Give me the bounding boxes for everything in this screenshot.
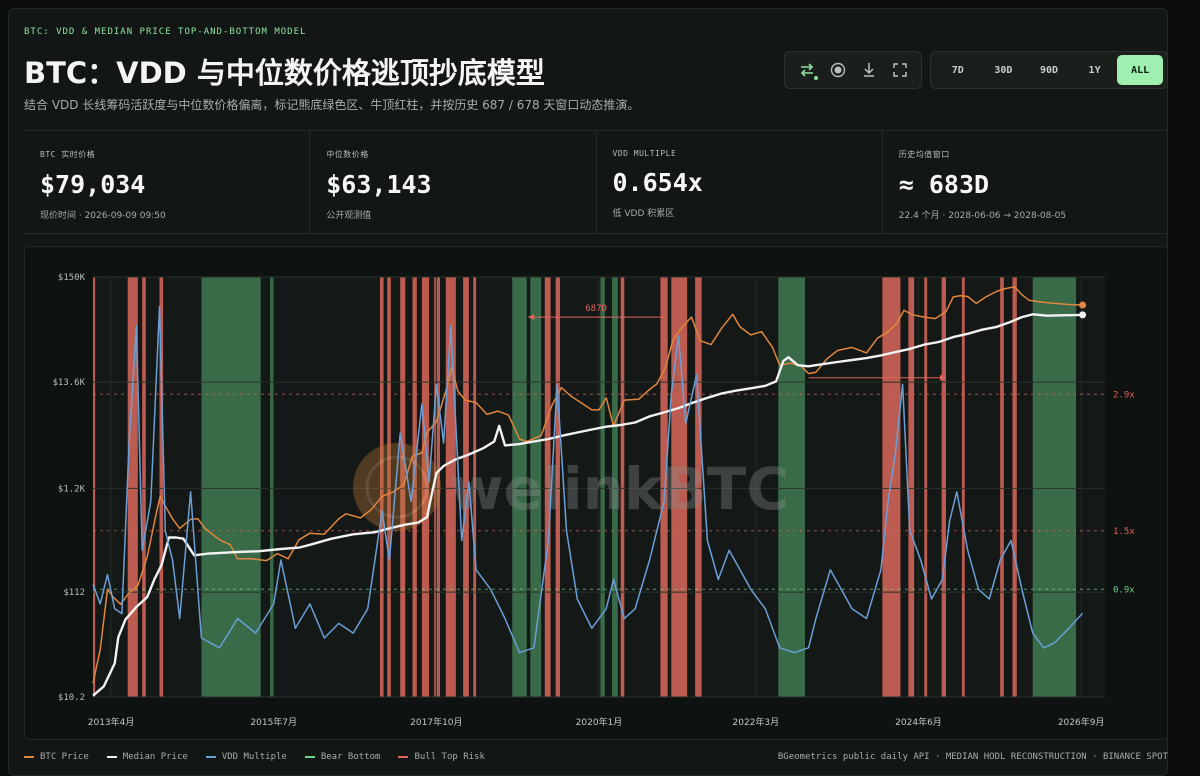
y-tick-label: $13.6K	[52, 378, 85, 388]
y-tick-label: $112	[63, 588, 85, 598]
watermark: welinkBTC	[353, 443, 789, 531]
bull-top-zone	[961, 277, 965, 697]
bull-top-zone	[93, 277, 96, 697]
bear-bottom-zone	[270, 277, 274, 697]
legend-label: Median Price	[122, 752, 188, 762]
page-subtitle: 结合 VDD 长线筹码活跃度与中位数价格偏离，标记熊底绿色区、牛顶红柱，并按历史…	[24, 98, 640, 112]
download-icon[interactable]	[856, 57, 882, 83]
stat-label: 中位数价格	[326, 150, 369, 159]
legend-swatch	[24, 756, 34, 758]
price-chart: $150K $13.6K $1.2K $112 $10.2 2013年4月 2015年7月 2…	[52, 273, 1135, 728]
legend-label: VDD Multiple	[221, 752, 287, 762]
x-tick-label: 2024年6月	[895, 716, 942, 728]
bear-bottom-zone	[1032, 277, 1077, 697]
bull-top-zone	[1000, 277, 1004, 697]
vdd-reference-label: 1.5x	[1113, 527, 1135, 537]
legend-swatch	[205, 756, 216, 758]
range-all-button[interactable]: ALL	[1117, 55, 1163, 85]
stat-note: 低 VDD 积累区	[612, 209, 675, 219]
y-tick-label: $1.2K	[58, 484, 86, 494]
stat-label: VDD MULTIPLE	[612, 149, 677, 158]
chart-kicker: BTC: VDD & MEDIAN PRICE TOP-AND-BOTTOM M…	[24, 27, 307, 37]
active-dot	[813, 76, 818, 80]
bear-bottom-zone	[201, 277, 261, 697]
legend-item: VDD Multiple	[205, 752, 287, 762]
stat-price: BTC 实时价格 $79,034 现价时间 · 2026-09-09 09:50	[24, 131, 311, 233]
divider	[24, 233, 1168, 234]
x-tick-label: 2015年7月	[250, 716, 297, 728]
bull-top-zone	[142, 277, 146, 697]
stat-value: 0.654x	[612, 168, 703, 197]
legend-swatch	[398, 756, 409, 758]
stat-note: 公开观测值	[326, 211, 372, 221]
range-selector: 7D 30D 90D 1Y ALL	[930, 51, 1168, 89]
stat-window: 历史均值窗口 ≈ 683D 22.4 个月 · 2028-06-06 → 202…	[883, 131, 1168, 233]
legend-item: Median Price	[106, 752, 188, 762]
x-tick-label: 2017年10月	[410, 716, 462, 728]
bull-top-zone	[882, 277, 901, 697]
bull-top-zone	[908, 277, 915, 697]
bull-top-zone	[1012, 277, 1017, 697]
x-tick-label: 2013年4月	[88, 716, 135, 728]
legend-label: Bear Bottom	[320, 752, 381, 762]
range-90d-button[interactable]: 90D	[1026, 55, 1072, 85]
legend-swatch	[304, 756, 315, 758]
legend-item: Bull Top Risk	[398, 752, 485, 762]
x-tick-label: 2020年1月	[576, 716, 623, 728]
vdd-reference-label: 0.9x	[1113, 585, 1135, 595]
vdd-reference-label: 2.9x	[1113, 390, 1135, 400]
chart-toolbar	[784, 51, 922, 89]
range-7d-button[interactable]: 7D	[935, 55, 981, 85]
fullscreen-icon[interactable]	[887, 57, 913, 83]
swap-icon[interactable]	[794, 57, 820, 83]
bull-top-zone	[924, 277, 928, 697]
window-arrow-label: 687D	[585, 304, 607, 314]
btc-price-endpoint	[1079, 301, 1087, 309]
stat-label: 历史均值窗口	[898, 150, 950, 159]
legend-item: Bear Bottom	[304, 752, 381, 762]
stat-label: BTC 实时价格	[40, 150, 96, 159]
x-tick-label: 2022年3月	[733, 716, 780, 728]
stat-median: 中位数价格 $63,143 公开观测值	[310, 131, 597, 233]
chart-panel: $150K $13.6K $1.2K $112 $10.2 2013年4月 2015年7月 2…	[24, 246, 1168, 740]
y-tick-label: $10.2	[58, 693, 85, 703]
stat-value: ≈ 683D	[898, 170, 990, 199]
range-1y-button[interactable]: 1Y	[1072, 55, 1118, 85]
watermark-text: welinkBTC	[450, 455, 789, 523]
stat-value: $79,034	[40, 170, 146, 199]
legend-label: BTC Price	[40, 752, 89, 762]
stat-note: 现价时间 · 2026-09-09 09:50	[40, 211, 166, 221]
legend-label: Bull Top Risk	[414, 752, 485, 762]
data-source: BGeometrics public daily API · MEDIAN HO…	[777, 752, 1168, 762]
stat-note: 22.4 个月 · 2028-06-06 → 2028-08-05	[898, 211, 1067, 221]
y-tick-label: $150K	[58, 273, 86, 283]
stat-vdd: VDD MULTIPLE 0.654x 低 VDD 积累区	[597, 131, 883, 233]
median-price-endpoint	[1079, 311, 1087, 319]
page-title: BTC：VDD 与中位数价格逃顶抄底模型	[24, 56, 545, 90]
range-30d-button[interactable]: 30D	[981, 55, 1027, 85]
stat-value: $63,143	[326, 170, 432, 199]
x-tick-label: 2026年9月	[1058, 716, 1105, 728]
chart-legend: BTC Price Median Price VDD Multiple Bear…	[24, 748, 1168, 766]
legend-item: BTC Price	[24, 752, 89, 762]
record-icon[interactable]	[825, 57, 851, 83]
stats-row: BTC 实时价格 $79,034 现价时间 · 2026-09-09 09:50…	[24, 131, 1168, 233]
legend-swatch	[106, 756, 117, 758]
